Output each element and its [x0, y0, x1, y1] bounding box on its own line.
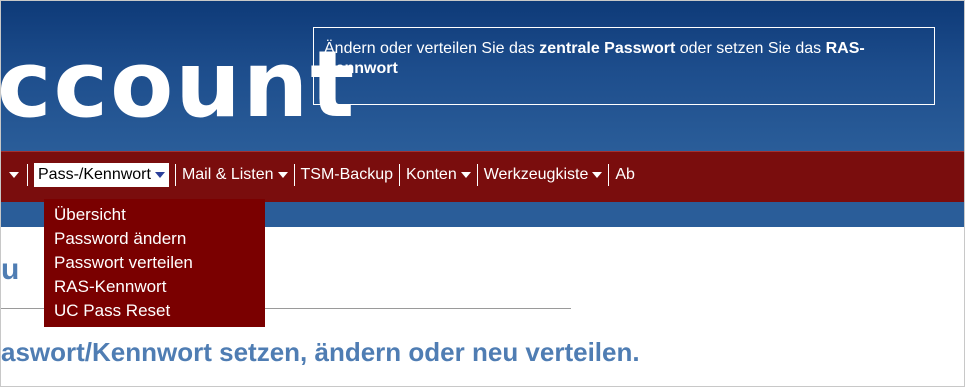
page-subtitle: aswort/Kennwort setzen, ändern oder neu …: [1, 337, 640, 367]
nav-item-label: TSM-Backup: [300, 166, 393, 183]
nav-item-ab[interactable]: Ab: [615, 166, 635, 184]
menu-item-uebersicht[interactable]: Übersicht: [54, 203, 265, 227]
nav-separator: [174, 164, 176, 186]
page-title: u: [1, 253, 20, 286]
nav-item-konten[interactable]: Konten: [406, 166, 471, 184]
pass-kennwort-dropdown-menu: Übersicht Password ändern Passwort verte…: [44, 199, 265, 327]
info-bold-central-password: zentrale Passwort: [539, 40, 676, 57]
nav-item-label: Mail & Listen: [181, 166, 274, 183]
header-info-box: Ändern oder verteilen Sie das zentrale P…: [313, 27, 935, 105]
nav-item-mail-listen[interactable]: Mail & Listen: [182, 166, 288, 184]
chevron-down-icon: [460, 172, 471, 178]
menu-item-passwort-verteilen[interactable]: Passwort verteilen: [54, 251, 265, 275]
nav-separator: [476, 164, 478, 186]
chevron-down-icon: [154, 172, 165, 178]
info-text-1: Ändern oder verteilen Sie das: [324, 40, 540, 57]
chevron-down-icon: [277, 172, 288, 178]
info-text-2: oder setzen Sie das: [675, 40, 826, 57]
nav-item-werkzeugkiste[interactable]: Werkzeugkiste: [484, 166, 603, 184]
menu-item-ras-kennwort[interactable]: RAS-Kennwort: [54, 275, 265, 299]
nav-item-label: Ab: [615, 166, 635, 183]
nav-item-label: Konten: [406, 166, 457, 183]
nav-separator: [608, 164, 610, 186]
nav-separator: [27, 164, 28, 186]
site-header: ccount Ändern oder verteilen Sie das zen…: [1, 1, 964, 151]
page-frame: ccount Ändern oder verteilen Sie das zen…: [0, 0, 965, 387]
chevron-down-icon: [592, 172, 603, 178]
menu-item-uc-pass-reset[interactable]: UC Pass Reset: [54, 299, 265, 323]
nav-item-tsm-backup[interactable]: TSM-Backup: [301, 166, 393, 184]
nav-item-label: Pass-/Kennwort: [38, 166, 151, 183]
main-nav: Pass-/Kennwort Mail & Listen TSM-Backup …: [1, 163, 635, 187]
nav-separator: [293, 164, 295, 186]
nav-item-pass-kennwort[interactable]: Pass-/Kennwort: [34, 163, 169, 187]
site-logo[interactable]: ccount: [1, 39, 356, 131]
nav-separator: [399, 164, 400, 186]
menu-item-password-aendern[interactable]: Password ändern: [54, 227, 265, 251]
nav-item-label: Werkzeugkiste: [483, 166, 589, 183]
prev-menu-chevron-down-icon[interactable]: [9, 172, 19, 178]
